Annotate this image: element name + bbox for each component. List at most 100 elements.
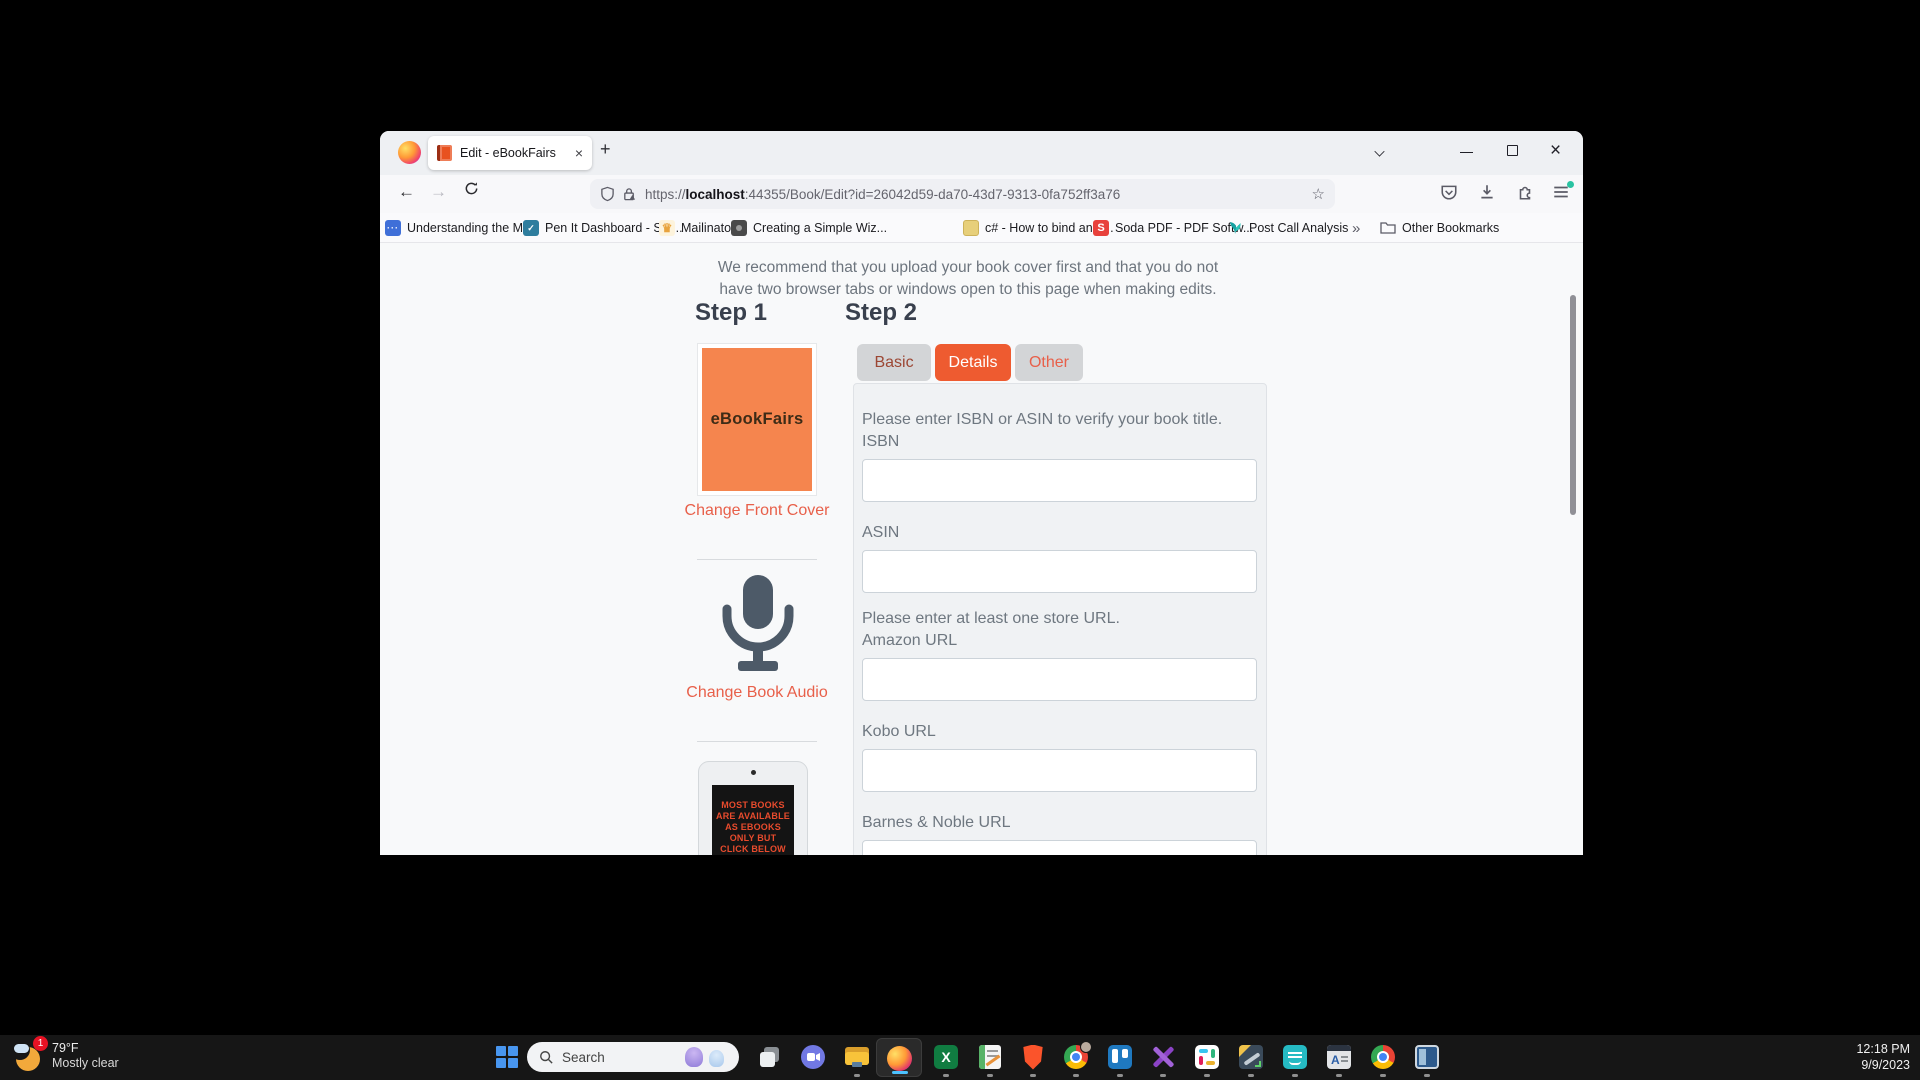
forward-button[interactable]: → bbox=[430, 182, 447, 202]
kobo-url-input[interactable] bbox=[862, 749, 1257, 792]
firefox-icon bbox=[887, 1046, 912, 1071]
bookmark-item[interactable]: Post Call Analysis bbox=[1227, 213, 1348, 243]
document-viewer-icon: A bbox=[1327, 1045, 1351, 1069]
cover-logo-text: eBookFairs bbox=[711, 410, 804, 429]
chrome-icon bbox=[1064, 1045, 1088, 1069]
taskbar-chrome-button[interactable] bbox=[1369, 1043, 1397, 1071]
search-label: Search bbox=[562, 1050, 605, 1065]
browser-window: Edit - eBookFairs × + × ← → https://loca… bbox=[380, 131, 1583, 855]
bookmark-item[interactable]: Creating a Simple Wiz... bbox=[731, 213, 887, 243]
bookmark-item[interactable]: ··· Understanding the Mi... bbox=[385, 213, 536, 243]
plant-icon bbox=[1227, 219, 1243, 238]
divider bbox=[697, 559, 817, 560]
lock-warning-icon[interactable] bbox=[622, 186, 637, 202]
windows-logo-icon bbox=[496, 1046, 506, 1056]
tab-basic[interactable]: Basic bbox=[857, 344, 931, 381]
change-book-audio-link[interactable]: Change Book Audio bbox=[682, 683, 832, 703]
notification-badge: 1 bbox=[33, 1036, 48, 1051]
change-front-cover-link[interactable]: Change Front Cover bbox=[682, 501, 832, 521]
tab-close-icon[interactable]: × bbox=[569, 145, 583, 161]
clock-date: 9/9/2023 bbox=[1856, 1057, 1910, 1073]
taskbar-trello-button[interactable] bbox=[1106, 1043, 1134, 1071]
blue-dots-icon: ··· bbox=[385, 220, 401, 236]
step1-heading: Step 1 bbox=[695, 299, 767, 327]
taskbar-chat-button[interactable] bbox=[799, 1043, 827, 1071]
list-tabs-chevron-icon[interactable] bbox=[1375, 147, 1386, 154]
pocket-icon[interactable] bbox=[1440, 183, 1460, 203]
asin-label: ASIN bbox=[862, 523, 1257, 543]
taskbar: 1 79°F Mostly clear Search bbox=[0, 1035, 1920, 1080]
step2-heading: Step 2 bbox=[845, 299, 917, 327]
minimize-button[interactable] bbox=[1460, 152, 1473, 153]
page-scrollbar-thumb[interactable] bbox=[1570, 295, 1576, 515]
maximize-button[interactable] bbox=[1507, 145, 1518, 156]
firefox-logo-icon[interactable] bbox=[398, 141, 421, 164]
search-icon bbox=[539, 1050, 553, 1064]
file-explorer-icon bbox=[845, 1046, 869, 1068]
window-close-button[interactable]: × bbox=[1550, 139, 1561, 164]
browser-toolbar: ← → https://localhost:44355/Book/Edit?id… bbox=[380, 175, 1583, 213]
taskbar-notepad-button[interactable] bbox=[976, 1043, 1004, 1071]
taskbar-amazon-music-button[interactable] bbox=[1281, 1043, 1309, 1071]
taskbar-window-app-button[interactable] bbox=[1413, 1043, 1441, 1071]
notepad-icon bbox=[979, 1045, 1001, 1069]
photo-icon bbox=[731, 220, 747, 236]
search-daily-image bbox=[681, 1042, 733, 1072]
browser-tab[interactable]: Edit - eBookFairs × bbox=[428, 136, 592, 170]
isbn-label: ISBN bbox=[862, 432, 1257, 452]
url-text: https://localhost:44355/Book/Edit?id=260… bbox=[645, 187, 1120, 202]
other-bookmarks-button[interactable]: Other Bookmarks bbox=[1380, 213, 1499, 243]
taskbar-search[interactable]: Search bbox=[527, 1042, 739, 1072]
refresh-button[interactable] bbox=[464, 181, 479, 201]
taskbar-brave-button[interactable] bbox=[1019, 1043, 1047, 1071]
barnes-noble-url-input[interactable] bbox=[862, 840, 1257, 855]
weather-widget[interactable]: 1 79°F Mostly clear bbox=[13, 1040, 119, 1072]
url-bar[interactable]: https://localhost:44355/Book/Edit?id=260… bbox=[590, 179, 1335, 209]
taskbar-system-tools-button[interactable] bbox=[1237, 1043, 1265, 1071]
taskbar-task-view-button[interactable] bbox=[756, 1043, 784, 1071]
tab-other[interactable]: Other bbox=[1015, 344, 1083, 381]
isbn-input[interactable] bbox=[862, 459, 1257, 502]
clock-time: 12:18 PM bbox=[1856, 1041, 1910, 1057]
details-form-panel: Please enter ISBN or ASIN to verify your… bbox=[853, 383, 1267, 855]
tab-details[interactable]: Details bbox=[935, 344, 1011, 381]
bookmark-star-icon[interactable]: ☆ bbox=[1312, 185, 1325, 203]
bookmark-item[interactable]: c# - How to bind and ... bbox=[963, 213, 1114, 243]
folder-icon bbox=[1380, 220, 1396, 237]
taskbar-firefox-button[interactable] bbox=[876, 1038, 922, 1077]
tablet-screen: MOST BOOKS ARE AVAILABLE AS EBOOKS ONLY … bbox=[712, 785, 794, 855]
asin-input[interactable] bbox=[862, 550, 1257, 593]
excel-icon: X bbox=[934, 1045, 958, 1069]
amazon-url-input[interactable] bbox=[862, 658, 1257, 701]
ebookfairs-favicon-icon bbox=[437, 145, 452, 161]
weather-condition: Mostly clear bbox=[52, 1056, 119, 1071]
new-tab-button[interactable]: + bbox=[600, 139, 611, 160]
taskbar-file-explorer-button[interactable] bbox=[843, 1043, 871, 1071]
taskbar-clock[interactable]: 12:18 PM 9/9/2023 bbox=[1856, 1041, 1910, 1073]
shield-icon[interactable] bbox=[600, 186, 615, 202]
taskbar-visual-studio-button[interactable] bbox=[1149, 1043, 1177, 1071]
start-button[interactable] bbox=[496, 1046, 518, 1068]
back-button[interactable]: ← bbox=[398, 182, 415, 202]
tab-bar: Edit - eBookFairs × + × bbox=[380, 131, 1583, 175]
cloud-icon bbox=[14, 1044, 29, 1053]
book-cover-card: eBookFairs bbox=[697, 343, 817, 496]
document-icon bbox=[963, 220, 979, 236]
bookmark-item[interactable]: ♛ Mailinator bbox=[659, 213, 735, 243]
checklist-icon: ✓ bbox=[523, 220, 539, 236]
taskbar-slack-button[interactable] bbox=[1193, 1043, 1221, 1071]
bookmarks-overflow-chevron[interactable]: » bbox=[1352, 213, 1360, 243]
slack-icon bbox=[1195, 1045, 1219, 1069]
brave-icon bbox=[1022, 1045, 1045, 1070]
menu-hamburger-icon[interactable] bbox=[1552, 183, 1572, 203]
soda-pdf-icon: S bbox=[1093, 220, 1109, 236]
active-app-indicator bbox=[892, 1071, 908, 1074]
store-url-help-text: Please enter at least one store URL. bbox=[862, 609, 1257, 629]
profile-avatar bbox=[1080, 1041, 1092, 1053]
extensions-puzzle-icon[interactable] bbox=[1516, 183, 1536, 203]
downloads-icon[interactable] bbox=[1478, 183, 1498, 203]
microphone-icon bbox=[720, 575, 796, 682]
taskbar-chrome-profile-button[interactable] bbox=[1062, 1043, 1090, 1071]
taskbar-excel-button[interactable]: X bbox=[932, 1043, 960, 1071]
taskbar-document-viewer-button[interactable]: A bbox=[1325, 1043, 1353, 1071]
